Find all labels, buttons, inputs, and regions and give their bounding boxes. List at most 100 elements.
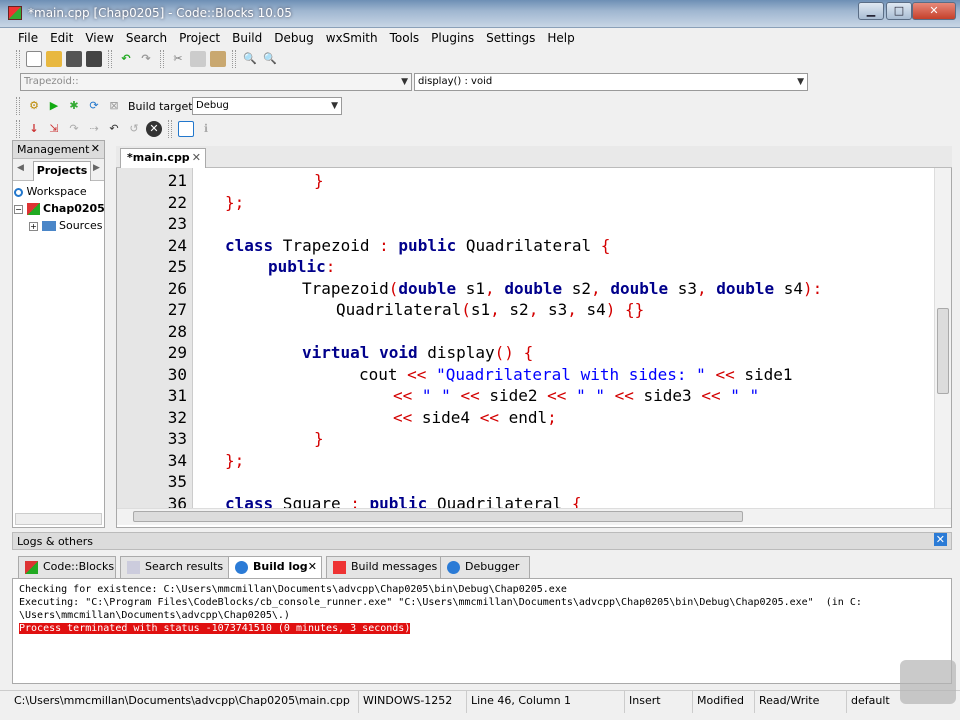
copy-icon[interactable] — [190, 51, 206, 67]
line-number: 31 — [167, 386, 187, 405]
tab-right-arrow-icon[interactable]: ▶ — [93, 163, 100, 173]
expand-icon[interactable]: + — [29, 221, 38, 231]
debug-toolbar: ↓ ⇲ ↷ ⇢ ↶ ↺ ✕ ℹ — [12, 119, 232, 139]
build-and-run-icon[interactable]: ✱ — [66, 98, 82, 114]
status-file-path: C:\Users\mmcmillan\Documents\advcpp\Chap… — [14, 694, 350, 707]
menu-edit[interactable]: Edit — [44, 31, 79, 45]
menu-tools[interactable]: Tools — [384, 31, 426, 45]
tab-left-arrow-icon[interactable]: ◀ — [17, 163, 24, 173]
rebuild-icon[interactable]: ⟳ — [86, 98, 102, 114]
minimize-button[interactable]: ▁ — [858, 2, 884, 20]
build-target-select[interactable]: Debug ▼ — [192, 97, 342, 115]
menu-debug[interactable]: Debug — [268, 31, 319, 45]
tab-build-log[interactable]: Build log ✕ — [228, 556, 322, 578]
replace-icon[interactable]: 🔍 — [262, 51, 278, 67]
close-window-button[interactable]: ✕ — [912, 2, 956, 20]
redo-icon[interactable]: ↷ — [138, 51, 154, 67]
menu-file[interactable]: File — [12, 31, 44, 45]
find-icon[interactable]: 🔍 — [242, 51, 258, 67]
next-line-icon[interactable]: ↷ — [66, 121, 82, 137]
management-tabs: ◀ Projects ▶ — [13, 159, 104, 181]
menu-project[interactable]: Project — [173, 31, 226, 45]
build-target-value: Debug — [196, 100, 229, 111]
line-number: 35 — [167, 472, 187, 491]
menu-plugins[interactable]: Plugins — [425, 31, 480, 45]
code-area[interactable]: } }; class Trapezoid : public Quadrilate… — [196, 168, 934, 508]
main-toolbar: ↶ ↷ ✂ 🔍 🔍 — [12, 49, 312, 69]
tree-sources[interactable]: + Sources — [29, 219, 103, 232]
paste-icon[interactable] — [210, 51, 226, 67]
collapse-icon[interactable]: − — [14, 204, 23, 214]
editor-vscrollbar[interactable] — [934, 168, 951, 508]
next-instruction-icon[interactable]: ↺ — [126, 121, 142, 137]
stop-debugger-icon[interactable]: ✕ — [146, 121, 162, 137]
run-to-cursor-icon[interactable]: ⇲ — [46, 121, 62, 137]
debug-info-icon[interactable]: ℹ — [198, 121, 214, 137]
project-icon — [26, 203, 40, 215]
search-icon — [127, 561, 140, 574]
build-gear-icon[interactable]: ⚙ — [26, 98, 42, 114]
tab-projects[interactable]: Projects — [33, 161, 91, 181]
toolbar-grip — [16, 50, 20, 68]
menu-settings[interactable]: Settings — [480, 31, 541, 45]
code-line-34: }; — [225, 451, 245, 470]
logs-tabs: Code::Blocks Search results Build log ✕ … — [12, 550, 952, 578]
open-folder-icon[interactable] — [46, 51, 62, 67]
tab-main-cpp[interactable]: *main.cpp ✕ — [120, 148, 206, 168]
debug-windows-icon[interactable] — [178, 121, 194, 137]
save-all-icon[interactable] — [86, 51, 102, 67]
save-icon[interactable] — [66, 51, 82, 67]
line-number: 26 — [167, 279, 187, 298]
debug-start-icon[interactable]: ↓ — [26, 121, 42, 137]
management-title: Management — [17, 143, 90, 156]
workspace-icon — [14, 187, 23, 197]
undo-icon[interactable]: ↶ — [118, 51, 134, 67]
step-into-icon[interactable]: ⇢ — [86, 121, 102, 137]
maximize-button[interactable]: □ — [886, 2, 912, 20]
chevron-down-icon: ▼ — [331, 101, 338, 111]
abort-icon[interactable]: ⊠ — [106, 98, 122, 114]
tab-label: Build log — [253, 560, 308, 573]
tree-workspace[interactable]: Workspace — [14, 185, 87, 198]
status-cursor-position: Line 46, Column 1 — [466, 691, 624, 713]
management-hscrollbar[interactable] — [15, 513, 102, 525]
tab-build-messages[interactable]: Build messages — [326, 556, 442, 578]
class-scope-combo[interactable]: Trapezoid:: ▼ — [20, 73, 412, 91]
function-scope-combo[interactable]: display() : void ▼ — [414, 73, 808, 91]
line-number: 33 — [167, 429, 187, 448]
menu-search[interactable]: Search — [120, 31, 173, 45]
toolbar-grip — [168, 120, 172, 138]
tab-debugger[interactable]: Debugger — [440, 556, 530, 578]
tree-project[interactable]: − Chap0205 — [14, 202, 105, 215]
close-icon[interactable]: ✕ — [91, 142, 100, 155]
scroll-thumb[interactable] — [133, 511, 743, 522]
tab-label: Search results — [145, 560, 224, 573]
class-scope-value: Trapezoid:: — [24, 76, 79, 87]
new-file-icon[interactable] — [26, 51, 42, 67]
close-tab-icon[interactable]: ✕ — [308, 557, 317, 577]
close-icon[interactable]: ✕ — [933, 533, 947, 546]
menu-view[interactable]: View — [79, 31, 119, 45]
menu-build[interactable]: Build — [226, 31, 268, 45]
menu-wxsmith[interactable]: wxSmith — [320, 31, 384, 45]
folder-icon — [41, 221, 56, 231]
status-insert-mode: Insert — [624, 691, 692, 713]
editor-hscrollbar[interactable] — [117, 508, 951, 525]
build-log-output[interactable]: Checking for existence: C:\Users\mmcmill… — [12, 578, 952, 684]
logs-title: Logs & others — [17, 535, 93, 548]
menu-help[interactable]: Help — [541, 31, 580, 45]
tab-codeblocks[interactable]: Code::Blocks — [18, 556, 116, 578]
run-icon[interactable]: ▶ — [46, 98, 62, 114]
chevron-down-icon: ▼ — [797, 77, 804, 87]
log-line: Checking for existence: C:\Users\mmcmill… — [19, 584, 567, 595]
cut-icon[interactable]: ✂ — [170, 51, 186, 67]
close-tab-icon[interactable]: ✕ — [192, 149, 201, 167]
log-line: \Users\mmcmillan\Documents\advcpp\Chap02… — [19, 610, 290, 621]
tab-search-results[interactable]: Search results — [120, 556, 236, 578]
logs-header: Logs & others ✕ — [12, 532, 952, 550]
scroll-thumb[interactable] — [937, 308, 949, 394]
watermark-logo — [900, 660, 956, 704]
step-out-icon[interactable]: ↶ — [106, 121, 122, 137]
line-number: 29 — [167, 343, 187, 362]
line-number: 28 — [167, 322, 187, 341]
